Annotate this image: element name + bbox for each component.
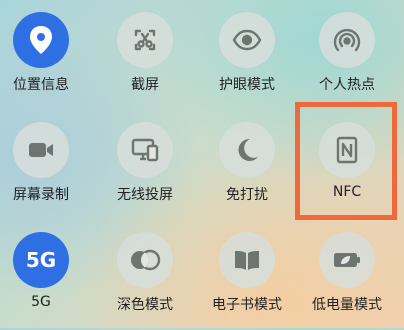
toggle-location[interactable]: 位置信息	[0, 0, 91, 110]
toggle-label: 位置信息	[13, 77, 69, 93]
toggle-label: 无线投屏	[117, 187, 173, 203]
toggle-label: 截屏	[131, 77, 159, 93]
eye-icon	[232, 29, 262, 51]
ebook-icon	[235, 251, 259, 270]
toggle-label: 护眼模式	[219, 77, 275, 93]
toggle-label: 免打扰	[226, 187, 268, 203]
toggle-do-not-disturb[interactable]: 免打扰	[197, 110, 297, 220]
toggle-screenshot[interactable]: 截屏	[95, 0, 195, 110]
toggle-label: 低电量模式	[312, 297, 382, 313]
wireless-cast-toggle-circle[interactable]	[117, 122, 173, 178]
toggle-low-battery[interactable]: 低电量模式	[297, 220, 397, 330]
toggle-eye-comfort[interactable]: 护眼模式	[197, 0, 297, 110]
video-camera-icon	[29, 143, 53, 157]
toggle-ebook-mode[interactable]: 电子书模式	[197, 220, 297, 330]
cast-screen-icon	[131, 138, 159, 162]
toggle-hotspot[interactable]: 个人热点	[297, 0, 397, 110]
5g-icon: 5G	[25, 248, 57, 272]
ebook-mode-toggle-circle[interactable]	[219, 232, 275, 288]
low-battery-icon	[334, 253, 360, 267]
location-toggle-circle[interactable]	[13, 12, 69, 68]
toggle-label: 深色模式	[117, 297, 173, 313]
hotspot-icon	[333, 28, 361, 52]
do-not-disturb-toggle-circle[interactable]	[219, 122, 275, 178]
toggle-dark-mode[interactable]: 深色模式	[95, 220, 195, 330]
dark-mode-toggle-circle[interactable]	[117, 232, 173, 288]
toggle-label: 个人热点	[319, 77, 375, 93]
toggle-screen-record[interactable]: 屏幕录制	[0, 110, 91, 220]
toggle-label: 屏幕录制	[13, 187, 69, 203]
location-pin-icon	[30, 26, 52, 54]
toggle-label: 电子书模式	[212, 297, 282, 313]
5g-toggle-circle[interactable]: 5G	[13, 232, 69, 288]
low-battery-toggle-circle[interactable]	[319, 232, 375, 288]
toggle-wireless-cast[interactable]: 无线投屏	[95, 110, 195, 220]
screenshot-toggle-circle[interactable]	[117, 12, 173, 68]
eye-comfort-toggle-circle[interactable]	[219, 12, 275, 68]
hotspot-toggle-circle[interactable]	[319, 12, 375, 68]
screen-record-toggle-circle[interactable]	[13, 122, 69, 178]
screenshot-scissors-icon	[134, 29, 156, 51]
toggle-label: 5G	[31, 294, 51, 310]
toggle-5g[interactable]: 5G 5G	[0, 220, 91, 330]
dark-mode-icon	[131, 249, 161, 271]
nfc-highlight-frame	[295, 102, 397, 220]
moon-icon	[238, 138, 258, 161]
